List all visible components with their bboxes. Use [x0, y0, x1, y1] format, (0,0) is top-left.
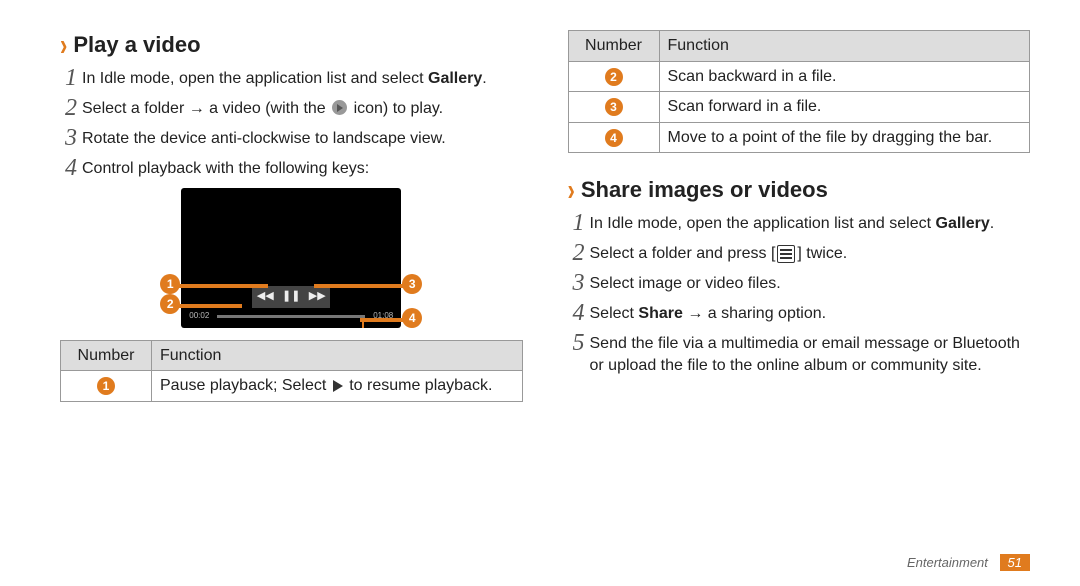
step-text-post: → a sharing option. [683, 305, 826, 322]
rewind-button[interactable]: ◀◀ [252, 286, 278, 308]
video-player-figure: ◀◀ ❚❚ ▶▶ 00:02 01:08 1 2 3 4 [166, 188, 416, 328]
row-func: Move to a point of the file by dragging … [659, 122, 1030, 153]
play-circle-icon [332, 100, 347, 115]
step-text: In Idle mode, open the application list … [590, 215, 936, 232]
step-text-post: . [482, 70, 486, 87]
step-bold: Gallery [936, 215, 990, 232]
play-icon [333, 380, 343, 392]
heading-text: Play a video [73, 30, 200, 60]
step-text: Send the file via a multimedia or email … [590, 331, 1031, 376]
play-step-4: 4 Control playback with the following ke… [60, 156, 523, 180]
pause-button[interactable]: ❚❚ [278, 286, 304, 308]
row-number-badge: 2 [605, 68, 623, 86]
row-func: Scan forward in a file. [659, 92, 1030, 123]
share-step-3: 3 Select image or video files. [568, 271, 1031, 295]
chevron-right-icon: › [60, 24, 67, 66]
page-number: 51 [1000, 554, 1030, 571]
row-func-post: to resume playback. [345, 377, 493, 394]
play-step-2: 2 Select a folder → a video (with the ic… [60, 96, 523, 120]
table-header-function: Function [152, 340, 523, 371]
heading-text: Share images or videos [581, 175, 828, 205]
page: › Play a video 1 In Idle mode, open the … [0, 0, 1080, 586]
row-func-pre: Pause playback; Select [160, 377, 331, 394]
row-number-badge: 1 [97, 377, 115, 395]
function-table-right: Number Function 2 Scan backward in a fil… [568, 30, 1031, 153]
table-row: 1 Pause playback; Select to resume playb… [61, 371, 523, 402]
callout-3: 3 [402, 274, 422, 294]
chevron-right-icon: › [568, 169, 575, 211]
right-column: Number Function 2 Scan backward in a fil… [568, 30, 1031, 586]
page-footer: Entertainment 51 [907, 554, 1030, 572]
step-number: 4 [568, 301, 590, 325]
function-table-left: Number Function 1 Pause playback; Select… [60, 340, 523, 402]
step-number: 3 [568, 271, 590, 295]
step-text: Select [590, 305, 639, 322]
step-number: 3 [60, 126, 82, 150]
table-header-function: Function [659, 31, 1030, 62]
share-step-4: 4 Select Share → a sharing option. [568, 301, 1031, 325]
play-step-3: 3 Rotate the device anti-clockwise to la… [60, 126, 523, 150]
step-bold: Gallery [428, 70, 482, 87]
forward-button[interactable]: ▶▶ [304, 286, 330, 308]
table-row: 4 Move to a point of the file by draggin… [568, 122, 1030, 153]
step-text-post: ] twice. [797, 245, 847, 262]
left-column: › Play a video 1 In Idle mode, open the … [60, 30, 523, 586]
table-row: 2 Scan backward in a file. [568, 61, 1030, 92]
section-label: Entertainment [907, 555, 988, 570]
callout-2: 2 [160, 294, 180, 314]
step-text: Select a folder → a video (with the [82, 100, 330, 117]
callout-4: 4 [402, 308, 422, 328]
row-number-badge: 3 [605, 98, 623, 116]
share-heading: › Share images or videos [568, 175, 1031, 205]
step-number: 2 [568, 241, 590, 265]
share-step-1: 1 In Idle mode, open the application lis… [568, 211, 1031, 235]
step-text: Control playback with the following keys… [82, 156, 523, 180]
step-text: Select image or video files. [590, 271, 1031, 295]
menu-icon [777, 245, 795, 263]
step-number: 1 [568, 211, 590, 235]
step-number: 1 [60, 66, 82, 90]
step-text: Select a folder and press [ [590, 245, 776, 262]
table-header-number: Number [61, 340, 152, 371]
step-number: 2 [60, 96, 82, 120]
share-step-5: 5 Send the file via a multimedia or emai… [568, 331, 1031, 376]
callout-1: 1 [160, 274, 180, 294]
step-text: Rotate the device anti-clockwise to land… [82, 126, 523, 150]
play-video-heading: › Play a video [60, 30, 523, 60]
step-number: 5 [568, 331, 590, 376]
row-func: Scan backward in a file. [659, 61, 1030, 92]
table-row: 3 Scan forward in a file. [568, 92, 1030, 123]
table-header-number: Number [568, 31, 659, 62]
step-text-post: . [990, 215, 994, 232]
step-number: 4 [60, 156, 82, 180]
time-elapsed: 00:02 [189, 311, 209, 322]
share-step-2: 2 Select a folder and press [ ] twice. [568, 241, 1031, 265]
step-text: In Idle mode, open the application list … [82, 70, 428, 87]
play-step-1: 1 In Idle mode, open the application lis… [60, 66, 523, 90]
step-text-post: icon) to play. [349, 100, 443, 117]
step-bold: Share [638, 305, 682, 322]
row-number-badge: 4 [605, 129, 623, 147]
